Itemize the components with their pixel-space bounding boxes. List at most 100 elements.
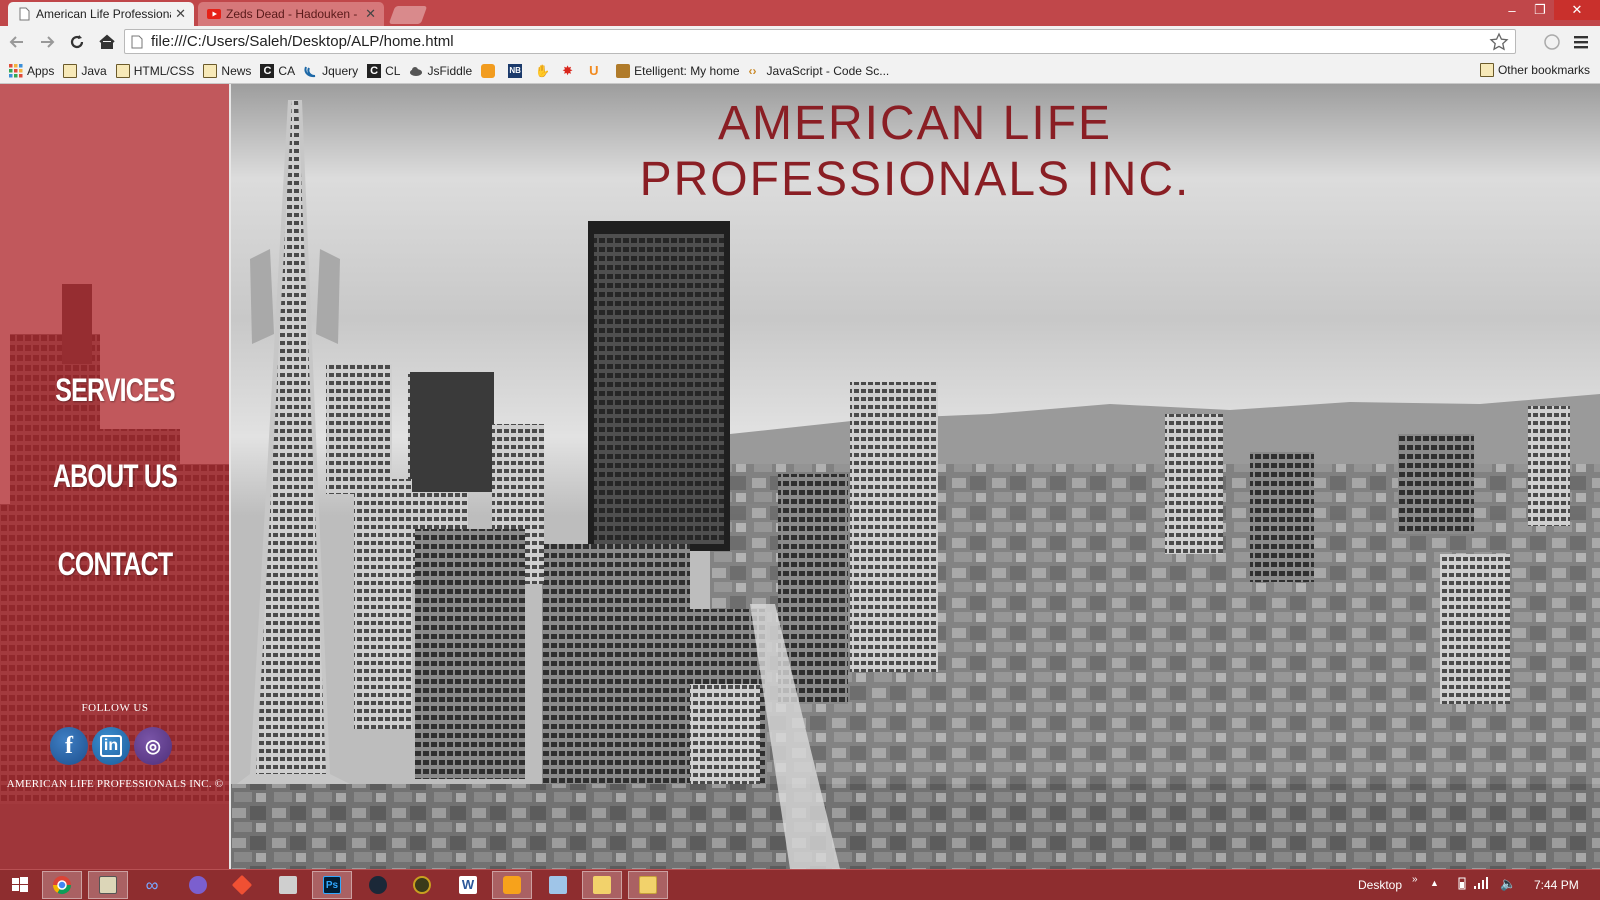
git-app-icon[interactable] bbox=[222, 871, 262, 899]
tab-american-life[interactable]: American Life Professiona ✕ bbox=[8, 2, 194, 26]
signal-icon[interactable] bbox=[1474, 877, 1488, 892]
forward-icon[interactable] bbox=[34, 29, 60, 55]
folder-icon bbox=[203, 63, 218, 78]
bookmark-orange-app[interactable] bbox=[481, 63, 499, 78]
home-icon[interactable] bbox=[94, 29, 120, 55]
bookmark-ca[interactable]: C CA bbox=[260, 63, 296, 78]
files-app-icon[interactable] bbox=[538, 871, 578, 899]
media-player-icon bbox=[503, 876, 521, 894]
photoshop-icon: Ps bbox=[323, 876, 341, 894]
tab-zeds-dead[interactable]: Zeds Dead - Hadouken - Y ✕ bbox=[198, 2, 384, 26]
nav-about-us-link[interactable]: ABOUT US bbox=[25, 458, 204, 495]
game-app-icon[interactable] bbox=[402, 871, 442, 899]
bookmark-label: Other bookmarks bbox=[1497, 63, 1590, 77]
hand-icon: ✋ bbox=[535, 63, 551, 78]
bookmark-label: CL bbox=[385, 63, 401, 78]
nav-contact-link[interactable]: CONTACT bbox=[25, 546, 204, 583]
git-icon bbox=[231, 874, 253, 896]
extension-circle-icon[interactable] bbox=[1540, 30, 1564, 54]
etelligent-icon bbox=[616, 63, 631, 78]
youtube-icon bbox=[207, 9, 221, 19]
bookmark-html-css[interactable]: HTML/CSS bbox=[115, 63, 195, 78]
bookmark-label: CA bbox=[278, 63, 296, 78]
tab-strip: American Life Professiona ✕ Zeds Dead - … bbox=[0, 0, 1600, 26]
instagram-icon[interactable]: ◎ bbox=[134, 727, 172, 765]
restore-icon[interactable]: ❐ bbox=[1526, 0, 1554, 20]
media-player-taskbar-icon[interactable] bbox=[492, 871, 532, 899]
chrome-taskbar-icon[interactable] bbox=[42, 871, 82, 899]
bookmark-etelligent[interactable]: Etelligent: My home bbox=[616, 63, 740, 78]
bookmark-label: Etelligent: My home bbox=[634, 63, 740, 78]
bookmark-label: Apps bbox=[27, 63, 55, 78]
infinity-app-icon[interactable]: ∞ bbox=[132, 871, 172, 899]
notepad-icon bbox=[99, 876, 117, 894]
tab-title: American Life Professiona bbox=[36, 7, 172, 21]
steam-icon bbox=[369, 876, 387, 894]
bookmark-javascript-code-school[interactable]: ‹› JavaScript - Code Sc... bbox=[749, 64, 890, 78]
folder-icon bbox=[1479, 63, 1494, 77]
network-app-icon[interactable] bbox=[268, 871, 308, 899]
url-text: file:///C:/Users/Saleh/Desktop/ALP/home.… bbox=[151, 33, 454, 50]
windows-start-icon[interactable] bbox=[0, 871, 40, 899]
bookmark-jquery[interactable]: Jquery bbox=[304, 64, 358, 78]
facebook-icon[interactable]: f bbox=[50, 727, 88, 765]
bookmark-label: Jquery bbox=[322, 63, 359, 78]
globe-icon bbox=[189, 876, 207, 894]
other-bookmarks[interactable]: Other bookmarks bbox=[1479, 63, 1590, 77]
bookmark-nb[interactable]: NB bbox=[508, 63, 526, 78]
files-icon bbox=[549, 876, 567, 894]
copyright-text: AMERICAN LIFE PROFESSIONALS INC. © bbox=[6, 778, 224, 790]
close-icon[interactable]: ✕ bbox=[175, 6, 186, 22]
close-window-icon[interactable]: ✕ bbox=[1554, 0, 1600, 20]
site-title-line-1: AMERICAN LIFE bbox=[717, 97, 1113, 150]
folders-icon bbox=[639, 876, 657, 894]
bookmark-label: HTML/CSS bbox=[133, 63, 195, 78]
facebook-glyph: f bbox=[65, 732, 73, 759]
bookmark-red-splash[interactable]: ✸ bbox=[562, 62, 580, 78]
new-tab-button[interactable] bbox=[388, 6, 428, 24]
word-app-icon[interactable]: W bbox=[448, 871, 488, 899]
bookmark-label: JsFiddle bbox=[427, 63, 473, 78]
bookmark-apps[interactable]: Apps bbox=[9, 63, 55, 78]
bookmark-star-icon[interactable] bbox=[1489, 32, 1509, 52]
sidebar: SERVICES ABOUT US CONTACT FOLLOW US f in… bbox=[0, 84, 230, 869]
back-icon[interactable] bbox=[4, 29, 30, 55]
address-bar[interactable]: file:///C:/Users/Saleh/Desktop/ALP/home.… bbox=[124, 29, 1516, 54]
nav-services-link[interactable]: SERVICES bbox=[25, 372, 204, 409]
tray-expand-icon[interactable]: ▲ bbox=[1430, 878, 1439, 888]
desktop-toolbar-label[interactable]: Desktop bbox=[1358, 878, 1402, 892]
minimize-icon[interactable]: – bbox=[1498, 0, 1526, 20]
photoshop-taskbar-icon[interactable]: Ps bbox=[312, 871, 352, 899]
steam-app-icon[interactable] bbox=[358, 871, 398, 899]
bookmark-label: JavaScript - Code Sc... bbox=[766, 63, 890, 78]
folder-icon bbox=[593, 876, 611, 894]
menu-icon[interactable] bbox=[1570, 30, 1594, 54]
page-viewport: SERVICES ABOUT US CONTACT FOLLOW US f in… bbox=[0, 84, 1600, 869]
explorer-taskbar-icon[interactable] bbox=[582, 871, 622, 899]
globe-app-icon[interactable] bbox=[178, 871, 218, 899]
notepad-taskbar-icon[interactable] bbox=[88, 871, 128, 899]
clock[interactable]: 7:44 PM bbox=[1534, 878, 1579, 892]
folders-taskbar-icon[interactable] bbox=[628, 871, 668, 899]
battery-icon[interactable] bbox=[1458, 876, 1466, 893]
apps-grid-icon bbox=[9, 63, 23, 77]
bookmark-cl[interactable]: C CL bbox=[367, 63, 401, 78]
bookmark-u[interactable]: U bbox=[589, 63, 607, 78]
bookmark-news[interactable]: News bbox=[203, 63, 251, 78]
browser-toolbar: file:///C:/Users/Saleh/Desktop/ALP/home.… bbox=[0, 26, 1600, 58]
jquery-icon bbox=[304, 66, 316, 77]
bookmark-jsfiddle[interactable]: JsFiddle bbox=[409, 64, 472, 78]
bookmark-java[interactable]: Java bbox=[63, 63, 107, 78]
close-icon[interactable]: ✕ bbox=[365, 6, 376, 22]
reload-icon[interactable] bbox=[64, 29, 90, 55]
linkedin-icon[interactable]: in bbox=[92, 727, 130, 765]
site-title-line-2: PROFESSIONALS INC. bbox=[639, 153, 1191, 206]
windows-taskbar: ∞ Ps W Desktop » ▲ 🔈 7:44 PM bbox=[0, 869, 1600, 900]
follow-us-label: FOLLOW US bbox=[81, 702, 149, 714]
red-splash-icon: ✸ bbox=[562, 62, 574, 78]
chevron-right-icon[interactable]: » bbox=[1412, 874, 1418, 885]
volume-icon[interactable]: 🔈 bbox=[1500, 876, 1516, 892]
bookmark-hand[interactable]: ✋ bbox=[535, 64, 553, 78]
code-icon: ‹› bbox=[748, 63, 757, 78]
bookmarks-bar: Apps Java HTML/CSS News C CA Jquery C CL… bbox=[0, 58, 1600, 84]
